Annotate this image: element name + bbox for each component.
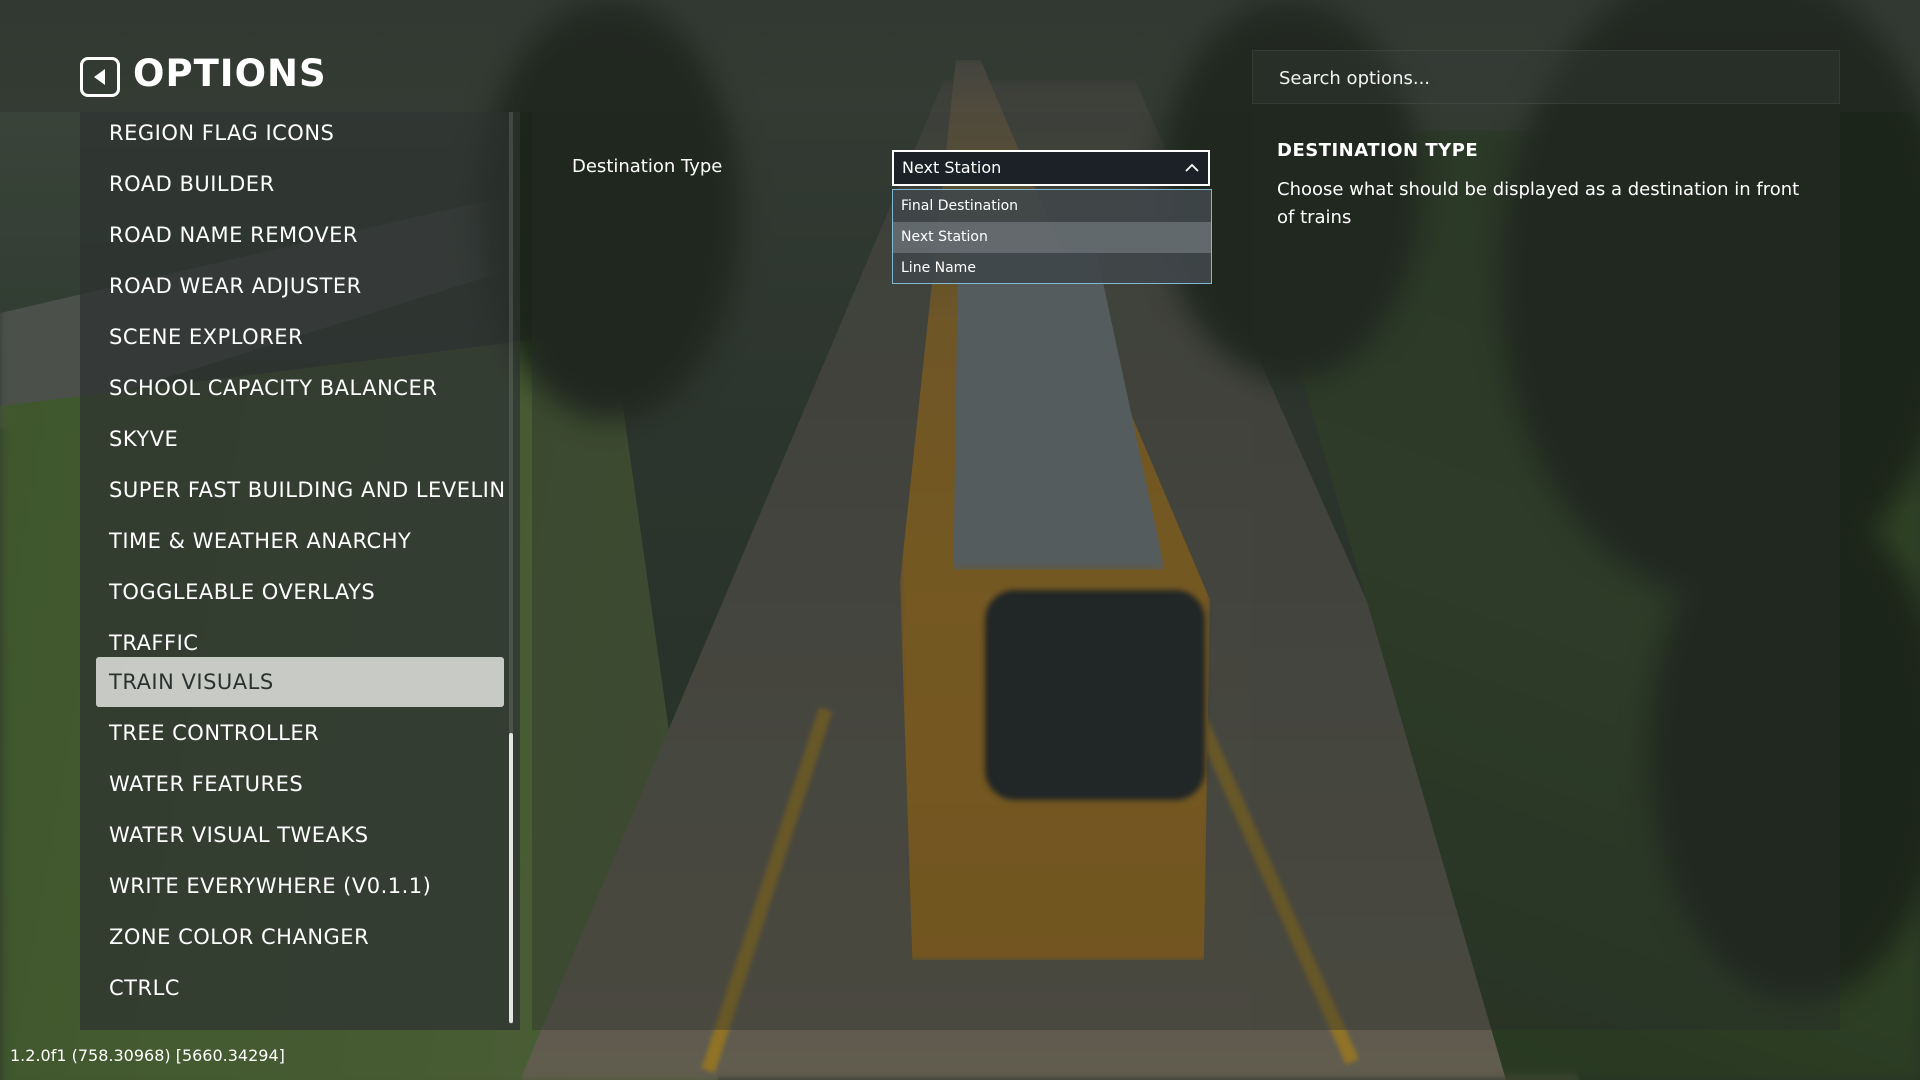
category-item-toggleable-overlays[interactable]: TOGGLEABLE OVERLAYS — [96, 567, 504, 617]
page-title: OPTIONS — [133, 52, 327, 95]
category-item-zone-color-changer[interactable]: ZONE COLOR CHANGER — [96, 912, 504, 962]
category-panel: REGION FLAG ICONS ROAD BUILDER ROAD NAME… — [80, 112, 520, 1030]
chevron-up-icon — [1185, 163, 1199, 172]
category-item-road-wear-adjuster[interactable]: ROAD WEAR ADJUSTER — [96, 261, 504, 311]
category-item-train-visuals[interactable]: TRAIN VISUALS — [96, 657, 504, 707]
search-input[interactable] — [1277, 51, 1821, 105]
destination-type-label: Destination Type — [572, 156, 723, 177]
category-item-super-fast-building[interactable]: SUPER FAST BUILDING AND LEVELIN — [96, 465, 504, 515]
category-item-tree-controller[interactable]: TREE CONTROLLER — [96, 708, 504, 758]
search-box — [1252, 50, 1840, 105]
destination-type-menu: Final Destination Next Station Line Name — [892, 189, 1212, 284]
category-item-ctrlc[interactable]: CTRLC — [96, 963, 504, 1013]
category-scrollbar-thumb[interactable] — [509, 733, 513, 1023]
category-item-water-features[interactable]: WATER FEATURES — [96, 759, 504, 809]
back-arrow-icon — [94, 69, 105, 85]
description-title: DESTINATION TYPE — [1277, 140, 1479, 161]
version-label: 1.2.0f1 (758.30968) [5660.34294] — [10, 1046, 285, 1065]
category-item-school-capacity-balancer[interactable]: SCHOOL CAPACITY BALANCER — [96, 363, 504, 413]
category-item-road-builder[interactable]: ROAD BUILDER — [96, 159, 504, 209]
category-item-skyve[interactable]: SKYVE — [96, 414, 504, 464]
dropdown-selected-value: Next Station — [902, 158, 1002, 177]
dropdown-option-next-station[interactable]: Next Station — [893, 222, 1211, 253]
description-text: Choose what should be displayed as a des… — [1277, 179, 1800, 228]
category-item-write-everywhere[interactable]: WRITE EVERYWHERE (V0.1.1) — [96, 861, 504, 911]
back-button[interactable] — [80, 57, 120, 97]
category-item-water-visual-tweaks[interactable]: WATER VISUAL TWEAKS — [96, 810, 504, 860]
category-item-scene-explorer[interactable]: SCENE EXPLORER — [96, 312, 504, 362]
category-item-road-name-remover[interactable]: ROAD NAME REMOVER — [96, 210, 504, 260]
dropdown-option-final-destination[interactable]: Final Destination — [893, 191, 1211, 222]
dropdown-option-line-name[interactable]: Line Name — [893, 253, 1211, 284]
description-panel — [1252, 112, 1840, 1030]
category-item-region-flag-icons[interactable]: REGION FLAG ICONS — [96, 108, 504, 158]
category-item-time-weather-anarchy[interactable]: TIME & WEATHER ANARCHY — [96, 516, 504, 566]
destination-type-dropdown[interactable]: Next Station — [892, 150, 1210, 186]
